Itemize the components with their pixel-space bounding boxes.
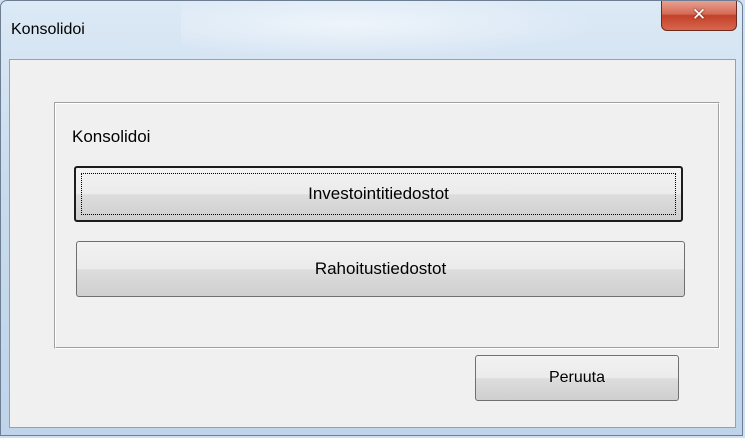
dialog-window: Konsolidoi ✕ Konsolidoi Investointitiedo… xyxy=(0,0,743,436)
group-caption: Konsolidoi xyxy=(72,127,151,146)
title-bar[interactable]: Konsolidoi ✕ xyxy=(1,1,742,59)
close-icon: ✕ xyxy=(691,5,707,25)
financing-files-button[interactable]: Rahoitustiedostot xyxy=(76,241,685,297)
consolidate-group-frame: Konsolidoi Investointitiedostot Rahoitus… xyxy=(54,102,720,349)
group-frame-inner xyxy=(55,103,719,348)
close-button[interactable]: ✕ xyxy=(661,1,737,31)
focus-rectangle xyxy=(81,173,676,215)
cancel-label: Peruuta xyxy=(548,369,606,386)
investment-files-button[interactable]: Investointitiedostot xyxy=(74,166,683,222)
title-bar-glass xyxy=(181,1,601,59)
window-title: Konsolidoi xyxy=(11,21,85,38)
financing-files-label: Rahoitustiedostot xyxy=(314,259,447,278)
dialog-client-area: Konsolidoi Investointitiedostot Rahoitus… xyxy=(9,59,736,428)
cancel-button[interactable]: Peruuta xyxy=(475,355,679,401)
